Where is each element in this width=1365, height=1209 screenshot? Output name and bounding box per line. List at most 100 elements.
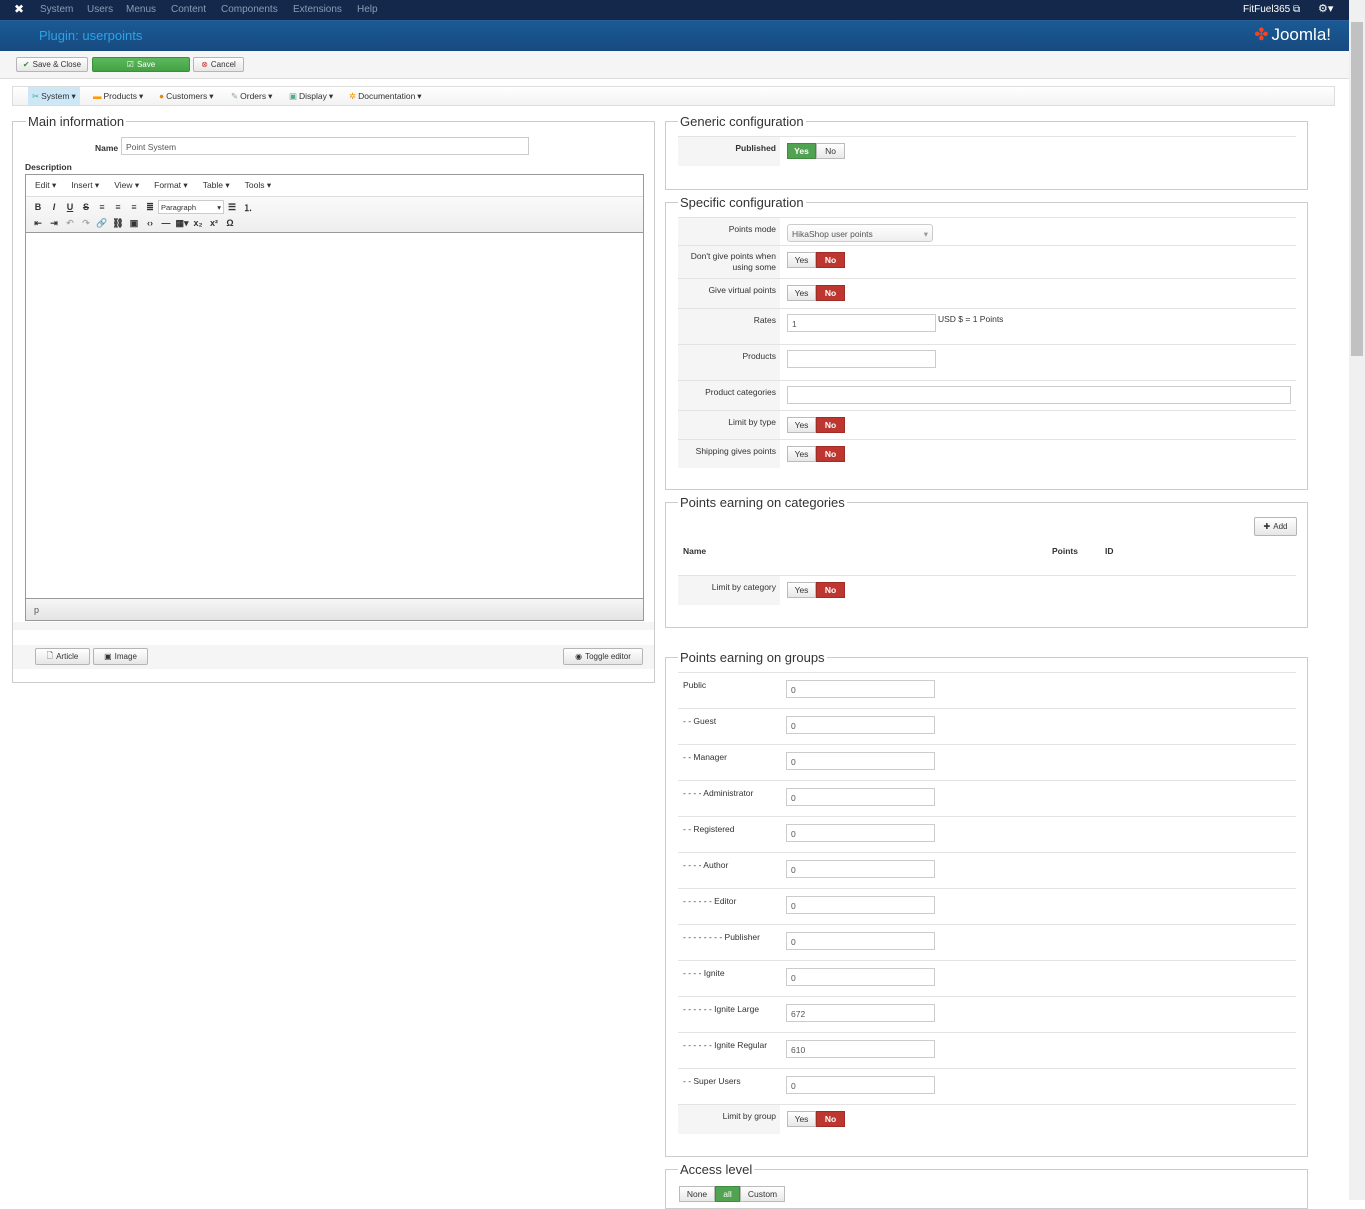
no-option[interactable]: No: [816, 252, 845, 268]
undo-icon[interactable]: ↶: [62, 216, 78, 231]
justify-icon[interactable]: ≣: [142, 200, 158, 215]
editor-menu-format[interactable]: Format ▾: [154, 180, 188, 191]
group-points-input[interactable]: 0: [786, 896, 935, 914]
group-points-input[interactable]: 0: [786, 752, 935, 770]
no-option[interactable]: No: [816, 446, 845, 462]
yes-option[interactable]: Yes: [787, 446, 816, 462]
special-char-icon[interactable]: Ω: [222, 216, 238, 231]
no-option[interactable]: No: [816, 582, 845, 598]
image-icon[interactable]: ▣: [126, 216, 142, 231]
underline-icon[interactable]: U: [62, 200, 78, 215]
products-input[interactable]: [787, 350, 936, 368]
scrollbar-thumb[interactable]: [1351, 22, 1363, 356]
element-path[interactable]: p: [34, 605, 39, 615]
yes-option[interactable]: Yes: [787, 582, 816, 598]
group-points-input[interactable]: 0: [786, 788, 935, 806]
menu-content[interactable]: Content: [171, 4, 206, 15]
hika-menu-orders[interactable]: ✎ Orders ▾: [227, 87, 276, 105]
editor-menu-insert[interactable]: Insert ▾: [71, 180, 99, 191]
editor-menu-view[interactable]: View ▾: [114, 180, 139, 191]
published-toggle[interactable]: Yes No: [787, 143, 845, 159]
article-button[interactable]: 🗋 Article: [35, 648, 90, 665]
group-points-input[interactable]: 672: [786, 1004, 935, 1022]
hika-menu-system[interactable]: ✂ System ▾: [28, 87, 80, 105]
admin-menu-bar: ✖ System Users Menus Content Components …: [0, 0, 1349, 20]
hika-menu-documentation[interactable]: ✲ Documentation ▾: [345, 87, 426, 105]
group-points-input[interactable]: 0: [786, 968, 935, 986]
save-close-button[interactable]: ✔ Save & Close: [16, 57, 88, 72]
joomla-icon[interactable]: ✖: [14, 2, 24, 16]
hikashop-menu: ✂ System ▾ ▬ Products ▾ ● Customers ▾ ✎ Orders ▾…: [12, 86, 1335, 106]
menu-menus[interactable]: Menus: [126, 4, 156, 15]
rates-input[interactable]: 1: [787, 314, 936, 332]
no-option[interactable]: No: [816, 1111, 845, 1127]
limit-group-toggle[interactable]: Yes No: [787, 1111, 845, 1127]
product-categories-input[interactable]: [787, 386, 1291, 404]
group-points-input[interactable]: 0: [786, 680, 935, 698]
indent-icon[interactable]: ⇥: [46, 216, 62, 231]
group-points-input[interactable]: 0: [786, 824, 935, 842]
code-icon[interactable]: ‹›: [142, 216, 158, 231]
editor-menu-table[interactable]: Table ▾: [203, 180, 230, 191]
dont-give-toggle[interactable]: Yes No: [787, 252, 845, 268]
link-icon[interactable]: 🔗: [94, 216, 110, 231]
yes-option[interactable]: Yes: [787, 143, 816, 159]
yes-option[interactable]: Yes: [787, 1111, 816, 1127]
strikethrough-icon[interactable]: S: [78, 200, 94, 215]
hika-menu-products[interactable]: ▬ Products ▾: [89, 87, 147, 105]
group-points-input[interactable]: 0: [786, 860, 935, 878]
unlink-icon[interactable]: ⛓: [110, 216, 126, 231]
numbered-list-icon[interactable]: ⒈: [240, 200, 256, 215]
limit-category-toggle[interactable]: Yes No: [787, 582, 845, 598]
no-option[interactable]: No: [816, 143, 845, 159]
save-button[interactable]: ☑ Save: [92, 57, 190, 72]
virtual-points-toggle[interactable]: Yes No: [787, 285, 845, 301]
subscript-icon[interactable]: x₂: [190, 216, 206, 231]
editor-menu-edit[interactable]: Edit ▾: [35, 180, 56, 191]
site-link[interactable]: FitFuel365 ⧉: [1243, 4, 1300, 15]
superscript-icon[interactable]: x²: [206, 216, 222, 231]
editor-content-area[interactable]: [26, 233, 643, 599]
add-category-button[interactable]: ✚ Add: [1254, 517, 1297, 536]
points-mode-select[interactable]: HikaShop user points ▾: [787, 224, 933, 242]
editor-menu-tools[interactable]: Tools ▾: [245, 180, 271, 191]
yes-option[interactable]: Yes: [787, 252, 816, 268]
yes-option[interactable]: Yes: [787, 417, 816, 433]
redo-icon[interactable]: ↷: [78, 216, 94, 231]
editor-buttons: 🗋 Article ▣ Image ◉ Toggle editor: [13, 645, 654, 669]
format-select[interactable]: Paragraph ▾: [158, 200, 224, 214]
image-button[interactable]: ▣ Image: [93, 648, 148, 665]
gear-icon[interactable]: ⚙▾: [1318, 2, 1333, 15]
bold-icon[interactable]: B: [30, 200, 46, 215]
menu-help[interactable]: Help: [357, 4, 378, 15]
menu-components[interactable]: Components: [221, 4, 278, 15]
menu-users[interactable]: Users: [87, 4, 113, 15]
align-left-icon[interactable]: ≡: [94, 200, 110, 215]
align-center-icon[interactable]: ≡: [110, 200, 126, 215]
outdent-icon[interactable]: ⇤: [30, 216, 46, 231]
hika-menu-display[interactable]: ▣ Display ▾: [285, 87, 337, 105]
yes-option[interactable]: Yes: [787, 285, 816, 301]
table-icon[interactable]: ▦▾: [174, 216, 190, 231]
bullet-list-icon[interactable]: ☰: [224, 200, 240, 215]
group-points-input[interactable]: 0: [786, 1076, 935, 1094]
hika-menu-customers[interactable]: ● Customers ▾: [155, 87, 218, 105]
check-icon: ✔: [22, 60, 30, 69]
italic-icon[interactable]: I: [46, 200, 62, 215]
label: Don't give points when using some: [678, 246, 780, 278]
scrollbar[interactable]: [1349, 0, 1365, 1200]
menu-extensions[interactable]: Extensions: [293, 4, 342, 15]
toggle-editor-button[interactable]: ◉ Toggle editor: [563, 648, 643, 665]
align-right-icon[interactable]: ≡: [126, 200, 142, 215]
horizontal-rule-icon[interactable]: —: [158, 216, 174, 231]
limit-type-toggle[interactable]: Yes No: [787, 417, 845, 433]
group-points-input[interactable]: 610: [786, 1040, 935, 1058]
group-points-input[interactable]: 0: [786, 716, 935, 734]
no-option[interactable]: No: [816, 417, 845, 433]
name-input[interactable]: Point System: [121, 137, 529, 155]
cancel-button[interactable]: ⊗ Cancel: [193, 57, 244, 72]
shipping-toggle[interactable]: Yes No: [787, 446, 845, 462]
group-points-input[interactable]: 0: [786, 932, 935, 950]
menu-system[interactable]: System: [40, 4, 73, 15]
no-option[interactable]: No: [816, 285, 845, 301]
